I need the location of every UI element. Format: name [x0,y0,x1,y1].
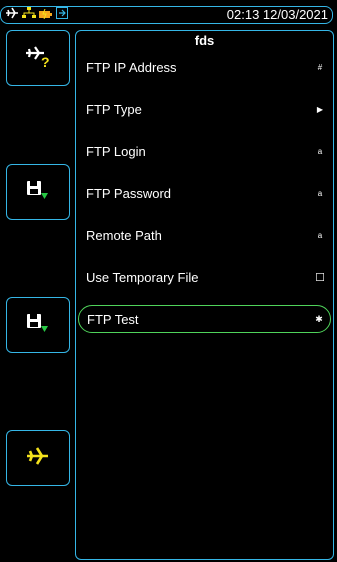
menu-item-label: FTP Type [86,101,142,117]
menu-item-label: Use Temporary File [86,269,199,285]
softkey-airplane-help[interactable]: ? [6,30,70,86]
menu-item-ftp-test[interactable]: FTP Test ✱ [78,305,331,333]
usb-icon [56,6,68,24]
action-indicator-icon: ✱ [315,313,323,324]
menu-item-label: FTP Test [87,311,139,327]
menu-item-ftp-ip-address[interactable]: FTP IP Address # [78,53,331,81]
menu-item-remote-path[interactable]: Remote Path a [78,221,331,249]
text-indicator-icon: a [317,146,323,156]
menu-item-label: FTP IP Address [86,59,177,75]
numeric-indicator-icon: # [317,62,323,72]
battery-icon [39,6,53,24]
panel-title: fds [194,33,215,48]
softkey-save-1[interactable] [6,164,70,220]
airplane-question-icon: ? [23,43,53,74]
menu-item-label: FTP Login [86,143,146,159]
status-icons [5,7,68,23]
menu-item-use-temporary-file[interactable]: Use Temporary File ☐ [78,263,331,291]
menu-item-label: FTP Password [86,185,172,201]
svg-text:?: ? [41,54,50,69]
chevron-right-icon: ▶ [316,104,324,114]
text-indicator-icon: a [317,230,323,240]
checkbox-icon[interactable]: ☐ [313,271,327,284]
network-icon [22,6,36,24]
clock: 02:13 12/03/2021 [226,7,328,22]
menu-item-ftp-login[interactable]: FTP Login a [78,137,331,165]
airplane-icon [5,6,19,25]
softkey-airplane[interactable] [6,430,70,486]
settings-panel: fds FTP IP Address # FTP Type ▶ FTP Logi… [75,30,334,560]
save-download-icon [26,179,50,206]
status-bar: 02:13 12/03/2021 [0,6,333,24]
menu-item-ftp-password[interactable]: FTP Password a [78,179,331,207]
softkey-save-2[interactable] [6,297,70,353]
menu-item-label: Remote Path [86,227,162,243]
text-indicator-icon: a [317,188,323,198]
menu-item-ftp-type[interactable]: FTP Type ▶ [78,95,331,123]
save-download-icon [26,312,50,339]
airplane-icon [25,445,51,472]
